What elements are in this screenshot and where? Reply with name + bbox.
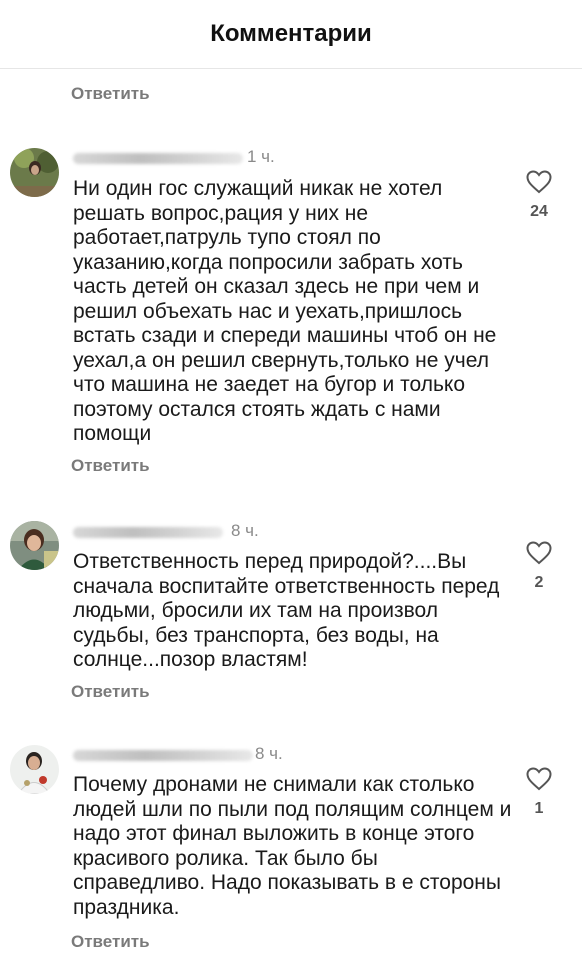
avatar[interactable] <box>10 745 59 794</box>
reply-button[interactable]: Ответить <box>71 84 150 104</box>
heart-outline-icon[interactable] <box>526 170 552 194</box>
username-blurred[interactable] <box>73 153 243 164</box>
like-count: 1 <box>534 800 544 817</box>
like-control: 1 <box>520 767 558 818</box>
comment-time: 8 ч. <box>255 744 283 763</box>
page-title: Комментарии <box>210 20 372 47</box>
reply-button[interactable]: Ответить <box>71 682 150 702</box>
username-blurred[interactable] <box>73 750 253 761</box>
reply-button[interactable]: Ответить <box>71 456 150 476</box>
avatar[interactable] <box>10 148 59 197</box>
like-count: 24 <box>530 203 548 220</box>
like-count: 2 <box>534 574 544 591</box>
avatar-image <box>10 745 59 794</box>
heart-outline-icon[interactable] <box>526 541 552 565</box>
avatar[interactable] <box>10 521 59 570</box>
comment-text: Почему дронами не снимали как столько лю… <box>73 773 512 919</box>
comment-time: 8 ч. <box>231 521 259 540</box>
like-control: 2 <box>520 541 558 592</box>
comment-time: 1 ч. <box>247 147 275 166</box>
avatar-image <box>10 521 59 570</box>
avatar-image <box>10 148 59 197</box>
like-control: 24 <box>520 170 558 221</box>
reply-button[interactable]: Ответить <box>71 932 150 952</box>
comments-header: Комментарии <box>0 0 582 69</box>
comment-text: Ни один гос служащий никак не хотел реша… <box>73 177 497 445</box>
comment-text: Ответственность перед природой?....Вы сн… <box>73 550 500 671</box>
username-blurred[interactable] <box>73 527 223 538</box>
heart-outline-icon[interactable] <box>526 767 552 791</box>
